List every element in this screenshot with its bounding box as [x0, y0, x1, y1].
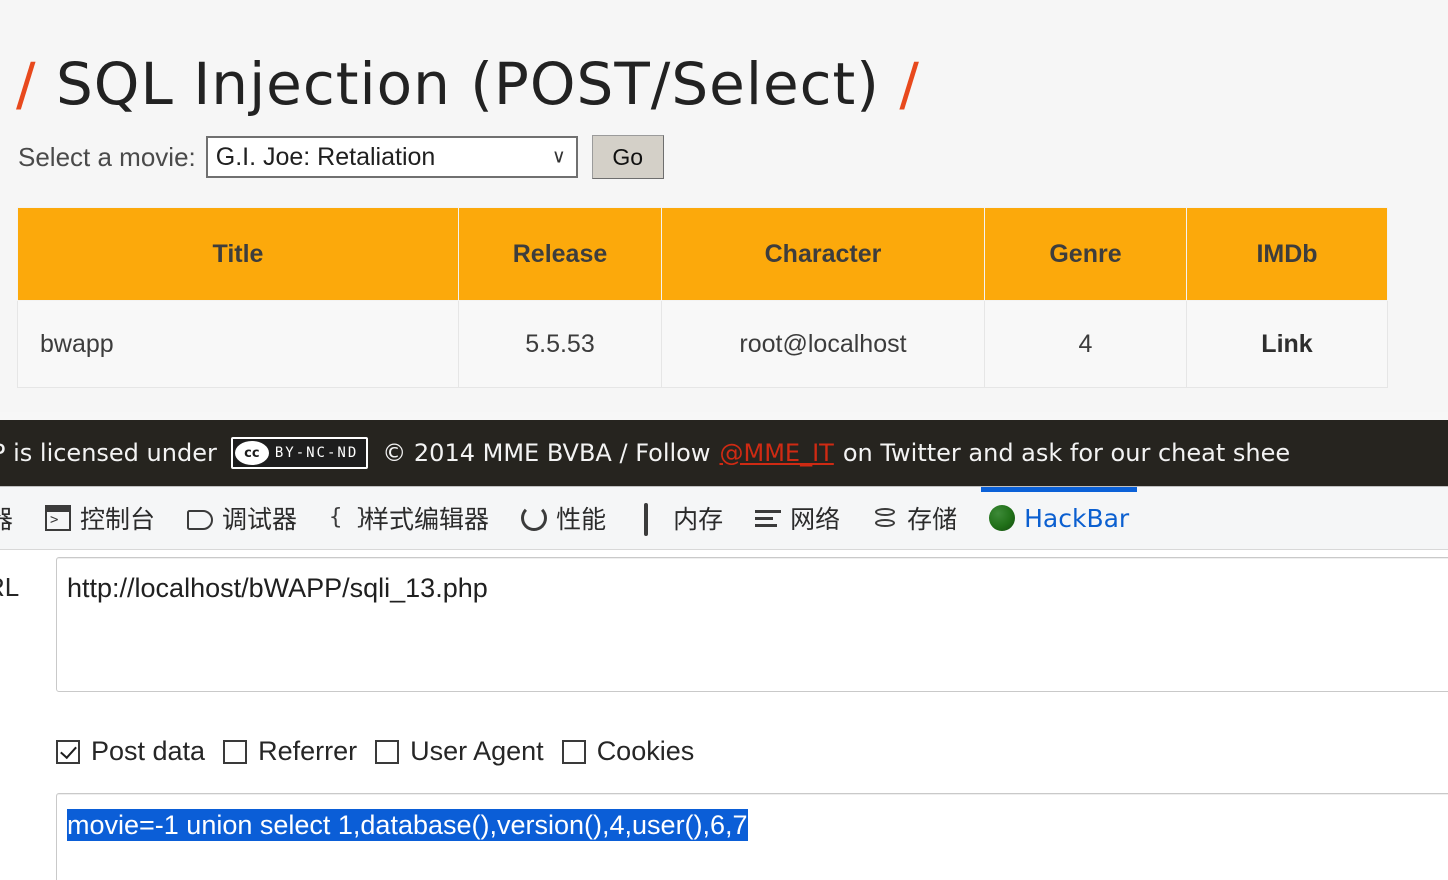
checkbox-cookies-label: Cookies — [596, 736, 695, 766]
tab-label-hackbar: HackBar — [1024, 503, 1130, 533]
tab-storage[interactable]: 存储 — [856, 487, 973, 549]
results-table-head: Title Release Character Genre IMDb — [17, 207, 1388, 301]
movie-select-row: Select a movie: G.I. Joe: Retaliation ∨ … — [18, 133, 664, 181]
url-field-label: RL — [0, 572, 20, 602]
column-header-character: Character — [661, 207, 985, 301]
cell-release: 5.5.53 — [458, 300, 662, 388]
tab-label-style-editor: 样式编辑器 — [364, 505, 490, 534]
request-options-row: Post data Referrer User Agent Cookies — [56, 736, 712, 767]
movie-select-wrapper: G.I. Joe: Retaliation ∨ — [205, 136, 578, 178]
console-icon — [45, 505, 72, 531]
go-button[interactable]: Go — [591, 135, 664, 179]
post-data-value: movie=-1 union select 1,database(),versi… — [67, 809, 748, 841]
tab-console[interactable]: 控制台 — [29, 487, 171, 549]
url-input[interactable]: http://localhost/bWAPP/sqli_13.php — [56, 557, 1448, 692]
title-slash-right: / — [899, 49, 920, 118]
bwapp-page: / SQL Injection (POST/Select) / Select a… — [0, 0, 1448, 412]
results-table-body: bwapp 5.5.53 root@localhost 4 Link — [17, 300, 1388, 388]
cc-icon: cc — [234, 441, 269, 465]
title-slash-left: / — [16, 49, 37, 118]
twitter-handle-link[interactable]: @MME_IT — [719, 439, 833, 467]
storage-icon — [872, 505, 898, 531]
column-header-release: Release — [458, 207, 662, 301]
devtools-tabbar: 器 控制台 调试器 { } 样式编辑器 性能 内存 — [0, 487, 1448, 550]
tab-label-network: 网络 — [790, 505, 841, 534]
cell-character: root@localhost — [661, 300, 985, 388]
license-footer: P is licensed under cc BY-NC-ND © 2014 M… — [0, 420, 1448, 486]
table-row: bwapp 5.5.53 root@localhost 4 Link — [17, 300, 1388, 388]
tab-label-console: 控制台 — [80, 505, 156, 534]
column-header-genre: Genre — [984, 207, 1187, 301]
checkbox-referrer-box[interactable] — [223, 739, 248, 764]
tab-hackbar[interactable]: HackBar — [973, 487, 1145, 549]
license-text-after: on Twitter and ask for our cheat shee — [842, 439, 1291, 467]
cell-genre: 4 — [984, 300, 1187, 388]
license-text-before: P is licensed under — [0, 439, 217, 467]
column-header-imdb: IMDb — [1186, 207, 1388, 301]
license-footer-content: P is licensed under cc BY-NC-ND © 2014 M… — [0, 437, 1295, 469]
license-copyright: © 2014 MME BVBA / Follow — [382, 439, 711, 467]
tab-label-storage: 存储 — [907, 505, 958, 534]
tab-label-memory: 内存 — [673, 505, 724, 534]
cc-terms-label: BY-NC-ND — [274, 445, 359, 461]
debugger-icon — [187, 509, 214, 530]
column-header-title: Title — [17, 207, 459, 301]
tab-label-performance: 性能 — [556, 505, 607, 534]
style-editor-icon: { } — [329, 505, 369, 530]
tab-debugger[interactable]: 调试器 — [171, 487, 313, 549]
checkbox-cookies[interactable]: Cookies — [561, 736, 695, 767]
post-data-input[interactable]: movie=-1 union select 1,database(),versi… — [56, 793, 1448, 880]
movie-select[interactable]: G.I. Joe: Retaliation — [205, 136, 578, 178]
hackbar-icon — [989, 505, 1016, 531]
url-input-value: http://localhost/bWAPP/sqli_13.php — [67, 573, 488, 603]
movie-select-label: Select a movie: — [18, 141, 196, 172]
results-table: Title Release Character Genre IMDb bwapp… — [17, 207, 1388, 388]
app-root: / SQL Injection (POST/Select) / Select a… — [0, 0, 1448, 880]
post-data-value-wrapper: movie=-1 union select 1,database(),versi… — [67, 809, 748, 841]
tab-label-debugger: 调试器 — [222, 505, 298, 534]
tab-label-inspector: 器 — [0, 500, 13, 536]
page-title: / SQL Injection (POST/Select) / — [16, 41, 920, 127]
performance-icon — [521, 505, 548, 531]
checkbox-referrer[interactable]: Referrer — [223, 736, 357, 767]
memory-icon — [638, 503, 664, 536]
checkbox-user-agent-label: User Agent — [410, 736, 544, 766]
network-icon — [755, 505, 782, 531]
tab-style-editor[interactable]: { } 样式编辑器 — [313, 487, 505, 549]
tab-memory[interactable]: 内存 — [622, 487, 739, 549]
tab-inspector[interactable]: 器 — [0, 487, 29, 549]
tab-performance[interactable]: 性能 — [505, 487, 622, 549]
checkbox-post-data-box[interactable] — [56, 739, 80, 764]
cell-imdb-link[interactable]: Link — [1186, 300, 1388, 388]
checkbox-cookies-box[interactable] — [561, 739, 586, 764]
checkbox-referrer-label: Referrer — [258, 736, 358, 766]
checkbox-post-data-label: Post data — [91, 736, 206, 766]
checkbox-user-agent[interactable]: User Agent — [375, 736, 544, 767]
tab-network[interactable]: 网络 — [739, 487, 856, 549]
cell-title: bwapp — [17, 300, 459, 388]
page-title-text: SQL Injection (POST/Select) — [55, 49, 880, 118]
checkbox-user-agent-box[interactable] — [375, 739, 400, 764]
checkbox-post-data[interactable]: Post data — [56, 736, 205, 767]
table-header-row: Title Release Character Genre IMDb — [17, 207, 1388, 301]
creative-commons-badge: cc BY-NC-ND — [230, 437, 369, 469]
